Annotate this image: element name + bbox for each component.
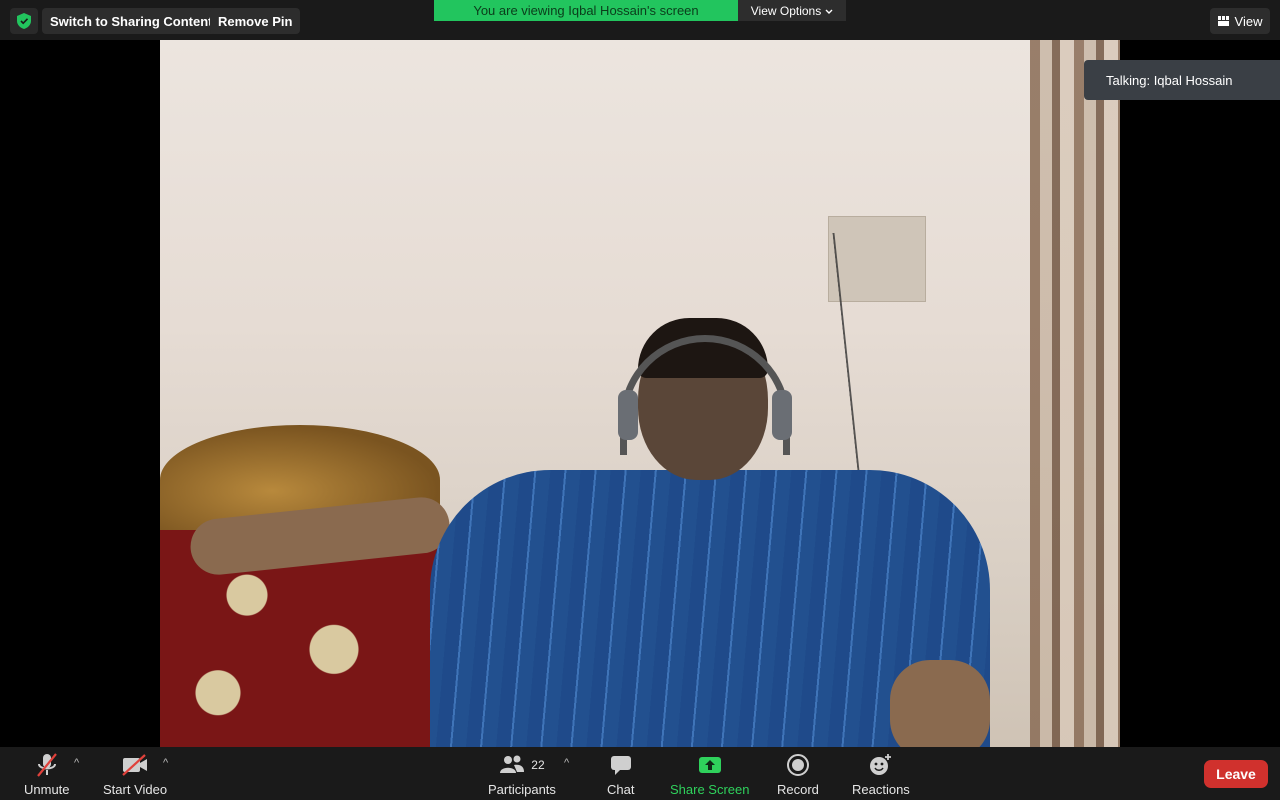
start-video-label: Start Video bbox=[103, 782, 168, 797]
person-hand bbox=[890, 660, 990, 747]
participants-button[interactable]: 22 Participants bbox=[488, 751, 556, 797]
unmute-label: Unmute bbox=[24, 782, 70, 797]
chat-button[interactable]: Chat bbox=[607, 751, 634, 797]
view-layout-button[interactable]: View bbox=[1210, 8, 1270, 34]
active-speaker-video bbox=[160, 40, 1120, 747]
participants-icon bbox=[499, 754, 525, 777]
headphone-left-cup bbox=[618, 390, 638, 440]
security-shield-icon[interactable] bbox=[10, 8, 38, 34]
chat-icon bbox=[609, 751, 633, 779]
switch-to-sharing-content-button[interactable]: Switch to Sharing Content bbox=[42, 8, 221, 34]
record-label: Record bbox=[777, 782, 819, 797]
viewing-screen-banner: You are viewing Iqbal Hossain's screen bbox=[434, 0, 738, 21]
meeting-top-bar: Switch to Sharing Content Remove Pin You… bbox=[0, 0, 1280, 40]
leave-button[interactable]: Leave bbox=[1204, 760, 1268, 788]
reactions-label: Reactions bbox=[852, 782, 910, 797]
meeting-toolbar: Unmute ^ Start Video ^ 22 Participants ^… bbox=[0, 747, 1280, 800]
chevron-down-icon bbox=[825, 4, 833, 18]
record-button[interactable]: Record bbox=[777, 751, 819, 797]
grid-icon bbox=[1217, 14, 1229, 29]
participants-options-caret[interactable]: ^ bbox=[564, 757, 569, 769]
video-options-caret[interactable]: ^ bbox=[163, 757, 168, 769]
audio-options-caret[interactable]: ^ bbox=[74, 757, 79, 769]
participants-count: 22 bbox=[531, 758, 545, 772]
video-off-icon bbox=[121, 751, 149, 779]
record-icon bbox=[786, 751, 810, 779]
curtain bbox=[1030, 40, 1120, 747]
reactions-icon bbox=[868, 751, 894, 779]
remove-pin-button[interactable]: Remove Pin bbox=[210, 8, 301, 34]
talking-indicator: Talking: Iqbal Hossain bbox=[1084, 60, 1280, 100]
share-screen-label: Share Screen bbox=[670, 782, 750, 797]
participants-label: Participants bbox=[488, 782, 556, 797]
chat-label: Chat bbox=[607, 782, 635, 797]
start-video-button[interactable]: Start Video bbox=[103, 751, 167, 797]
share-screen-button[interactable]: Share Screen bbox=[670, 751, 750, 797]
share-screen-icon bbox=[698, 751, 722, 779]
view-label: View bbox=[1234, 13, 1263, 29]
headphone-right-cup bbox=[772, 390, 792, 440]
view-options-button[interactable]: View Options bbox=[738, 0, 846, 21]
unmute-button[interactable]: Unmute bbox=[24, 751, 70, 797]
reactions-button[interactable]: Reactions bbox=[852, 751, 910, 797]
mic-muted-icon bbox=[35, 751, 59, 779]
view-options-label: View Options bbox=[750, 3, 822, 18]
